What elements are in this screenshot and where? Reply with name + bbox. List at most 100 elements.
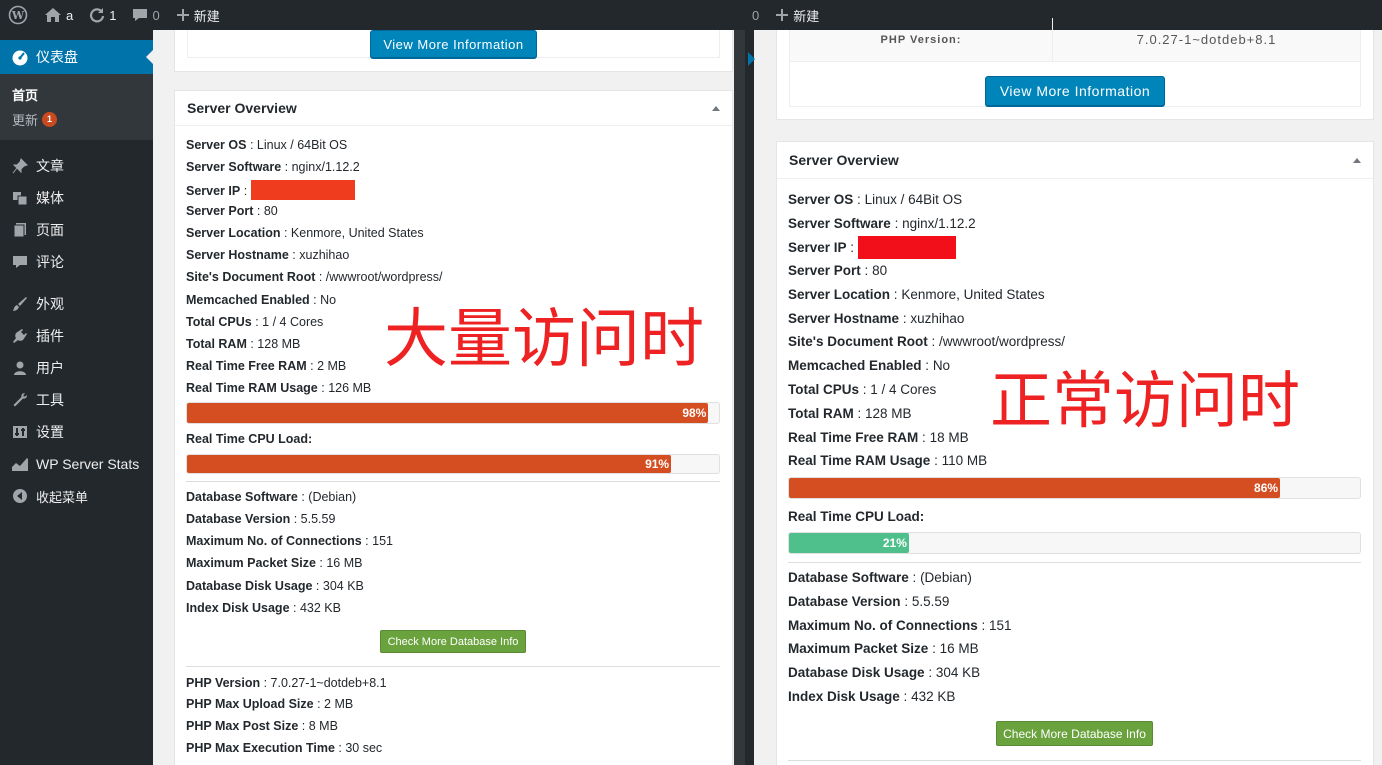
updates-button[interactable]: 1: [81, 0, 124, 30]
redaction-block: [857, 236, 956, 259]
comments-count: 0: [752, 7, 760, 23]
home-icon: [45, 8, 61, 22]
sidebar-item-posts[interactable]: 文章: [0, 150, 153, 182]
sidebar-item-settings[interactable]: 设置: [0, 416, 153, 448]
sidebar-item-label: 工具: [36, 392, 64, 408]
sidebar-item-pages[interactable]: 页面: [0, 214, 153, 246]
comments-button[interactable]: 0: [748, 0, 767, 30]
sidebar-item-media[interactable]: 媒体: [0, 182, 153, 214]
ram-usage-pct: 86%: [1254, 481, 1279, 495]
collapse-icon: [10, 486, 30, 506]
wordpress-icon: W: [8, 5, 28, 25]
divider: [788, 760, 1361, 761]
max-packet-row: Maximum Packet Size : 16 MB: [788, 641, 979, 656]
php-version-cell-label: PHP Version:: [790, 18, 1053, 61]
cpu-load-pct: 91%: [645, 457, 670, 471]
free-ram-row: Real Time Free RAM : 2 MB: [186, 359, 347, 373]
php-upload-row: PHP Max Upload Size : 2 MB: [186, 697, 354, 711]
divider: [186, 666, 720, 667]
sidebar-item-wp-server-stats[interactable]: WP Server Stats: [0, 448, 153, 480]
total-ram-row: Total RAM : 128 MB: [186, 337, 301, 351]
db-software-row: Database Software : (Debian): [186, 490, 357, 504]
php-version-row: PHP Version : 7.0.27-1~dotdeb+8.1: [186, 676, 387, 690]
box-header[interactable]: Server Overview: [175, 91, 732, 126]
view-more-information-button[interactable]: View More Information: [370, 30, 537, 58]
server-os-row: Server OS : Linux / 64Bit OS: [788, 192, 963, 207]
sidebar-item-dashboard[interactable]: 仪表盘: [0, 40, 154, 74]
cpu-load-fill: 91%: [187, 455, 672, 473]
doc-root-row: Site's Document Root : /wwwroot/wordpres…: [788, 334, 1066, 349]
new-content-button[interactable]: 新建: [168, 0, 228, 30]
server-location-row: Server Location : Kenmore, United States: [186, 226, 424, 240]
sidebar-item-users[interactable]: 用户: [0, 352, 153, 384]
brush-icon: [10, 294, 30, 314]
annotation-heavy-traffic: 大量访问时: [384, 303, 704, 377]
box-title: Server Overview: [789, 152, 899, 168]
check-db-info-button[interactable]: Check More Database Info: [996, 721, 1153, 746]
annotation-normal-traffic: 正常访问时: [990, 364, 1301, 437]
sidebar-item-label: 用户: [36, 360, 64, 376]
view-more-label: View More Information: [383, 36, 524, 52]
view-more-information-button[interactable]: View More Information: [985, 76, 1165, 106]
submenu-updates[interactable]: 更新 1: [12, 107, 153, 132]
settings-icon: [10, 422, 30, 442]
sidebar-collapse-button[interactable]: 收起菜单: [0, 480, 153, 512]
total-cpus-row: Total CPUs : 1 / 4 Cores: [186, 315, 324, 329]
cpu-load-label: Real Time CPU Load:: [788, 509, 925, 524]
pin-icon: [10, 156, 30, 176]
total-cpus-row: Total CPUs : 1 / 4 Cores: [788, 382, 937, 397]
sidebar-item-label: 外观: [36, 296, 64, 312]
sidebar-item-tools[interactable]: 工具: [0, 384, 153, 416]
svg-text:W: W: [11, 9, 25, 22]
sidebar-item-comments[interactable]: 评论: [0, 246, 153, 278]
check-db-label: Check More Database Info: [387, 635, 519, 648]
total-ram-row: Total RAM : 128 MB: [788, 406, 912, 421]
right-screenshot: 0 新建 PHP Version: 7.0.27-1~dotdeb+8.1 Vi…: [748, 0, 1382, 765]
comments-button[interactable]: 0: [124, 0, 167, 30]
cpu-load-bar: 21%: [788, 532, 1361, 554]
sidebar-item-plugins[interactable]: 插件: [0, 320, 153, 352]
server-ip-row: Server IP :: [788, 236, 956, 259]
sidebar-item-appearance[interactable]: 外观: [0, 288, 153, 320]
left-screenshot: W a 1 0 新建 仪表盘 首页 更新 1 文章 媒体 页面 评论 外观 插件…: [0, 0, 745, 765]
submenu-home[interactable]: 首页: [12, 82, 153, 107]
wrench-icon: [10, 390, 30, 410]
max-conn-row: Maximum No. of Connections : 151: [788, 618, 1012, 633]
server-port-row: Server Port : 80: [788, 263, 888, 278]
cpu-load-pct: 21%: [882, 536, 907, 550]
server-software-row: Server Software : nginx/1.12.2: [788, 216, 976, 231]
server-os-row: Server OS : Linux / 64Bit OS: [186, 138, 348, 152]
submenu-home-label: 首页: [12, 88, 39, 103]
user-icon: [10, 358, 30, 378]
index-disk-row: Index Disk Usage : 432 KB: [788, 689, 956, 704]
collapse-arrow-icon[interactable]: [712, 105, 720, 111]
ram-usage-fill: 98%: [187, 403, 709, 423]
sidebar-item-label: 设置: [36, 424, 64, 440]
site-name-button[interactable]: a: [36, 0, 81, 30]
server-hostname-row: Server Hostname : xuzhihao: [186, 248, 350, 262]
current-menu-pointer: [748, 52, 762, 66]
redaction-block: [250, 180, 355, 200]
dashboard-icon: [10, 48, 30, 66]
sidebar-item-label: WP Server Stats: [36, 456, 140, 472]
admin-sidebar: 仪表盘 首页 更新 1 文章 媒体 页面 评论 外观 插件 用户 工具 设置 W…: [0, 30, 154, 765]
sidebar-item-label: 文章: [36, 158, 64, 174]
db-disk-row: Database Disk Usage : 304 KB: [788, 665, 981, 680]
db-version-row: Database Version : 5.5.59: [186, 512, 336, 526]
server-port-row: Server Port : 80: [186, 204, 278, 218]
box-header[interactable]: Server Overview: [777, 142, 1373, 179]
media-icon: [10, 188, 30, 208]
check-db-info-button[interactable]: Check More Database Info: [380, 630, 526, 653]
sidebar-item-label: 插件: [36, 328, 64, 344]
cpu-load-bar: 91%: [186, 454, 720, 474]
collapse-arrow-icon[interactable]: [1353, 157, 1361, 163]
wp-logo-button[interactable]: W: [0, 0, 36, 30]
sidebar-item-label: 页面: [36, 222, 64, 238]
server-location-row: Server Location : Kenmore, United States: [788, 287, 1045, 302]
comment-icon: [133, 9, 148, 21]
php-info-box: View More Information: [174, 30, 733, 72]
server-ip-row: Server IP :: [186, 180, 355, 200]
server-hostname-row: Server Hostname : xuzhihao: [788, 311, 965, 326]
php-info-box: PHP Version: 7.0.27-1~dotdeb+8.1 View Mo…: [776, 18, 1374, 120]
php-post-row: PHP Max Post Size : 8 MB: [186, 719, 338, 733]
